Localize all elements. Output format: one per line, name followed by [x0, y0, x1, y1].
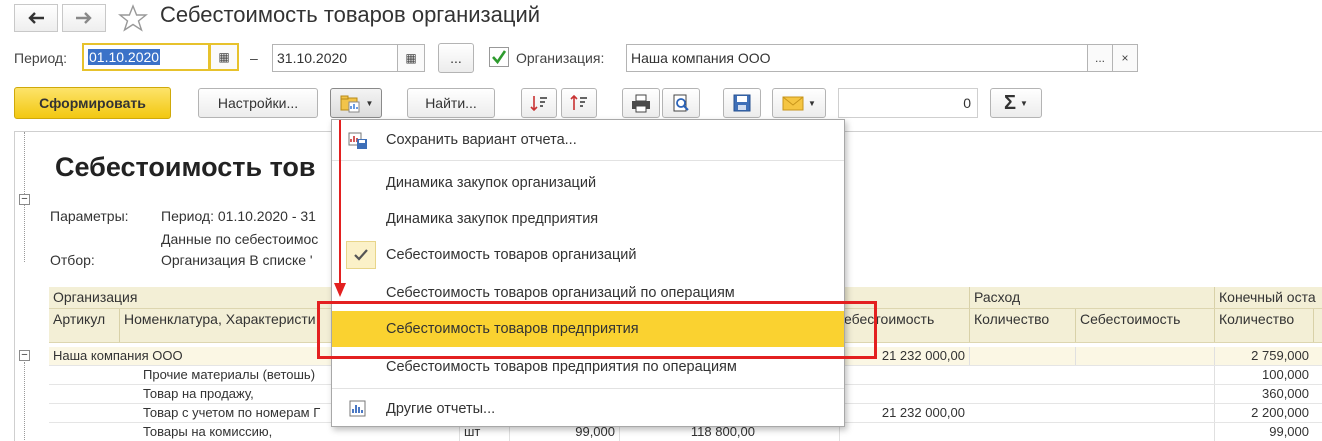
params-line-1: Период: 01.10.2020 - 31 [161, 208, 316, 224]
menu-item-purchase-dynamics-enterprise[interactable]: Динамика закупок предприятия [332, 201, 844, 237]
chevron-down-icon: ▼ [1020, 98, 1028, 108]
menu-item-label: Сохранить вариант отчета... [386, 132, 577, 148]
org-clear-button[interactable]: × [1112, 44, 1138, 72]
header-end-balance: Конечный оста [1214, 287, 1322, 308]
row-end-qty: 2 759,000 [1214, 347, 1313, 365]
menu-item-label: Себестоимость товаров организаций по опе… [386, 285, 735, 301]
menu-item-label: Динамика закупок предприятия [386, 211, 599, 227]
sigma-icon: Σ [1004, 91, 1017, 114]
filter-label: Отбор: [50, 252, 95, 268]
header-cost: ебестоимость [839, 309, 969, 342]
org-select-button[interactable]: ... [1087, 44, 1113, 72]
annotation-arrow [334, 120, 346, 297]
params-label: Параметры: [50, 208, 129, 224]
print-button[interactable] [622, 88, 660, 118]
collapse-toggle[interactable]: − [19, 350, 30, 361]
row-end-qty: 100,000 [1214, 366, 1313, 384]
envelope-icon [782, 96, 804, 111]
other-reports-icon [349, 400, 366, 417]
collapse-toggle[interactable]: − [19, 194, 30, 205]
sort-descending-icon [530, 96, 547, 112]
row-cost-2 [1075, 347, 1214, 365]
header-cell-cut [1313, 309, 1322, 342]
calendar-icon: ▦ [405, 51, 417, 65]
save-button[interactable] [723, 88, 761, 118]
header-expense: Расход [969, 287, 1214, 308]
menu-item-label: Себестоимость товаров организаций [386, 247, 637, 263]
sort-descending-button[interactable] [521, 88, 557, 118]
menu-item-other-reports[interactable]: Другие отчеты... [332, 391, 844, 427]
calendar-from-button[interactable]: ▦ [209, 43, 239, 71]
menu-item-cost-orgs[interactable]: Себестоимость товаров организаций [332, 237, 844, 273]
find-button[interactable]: Найти... [407, 88, 495, 118]
checkmark-icon [354, 249, 368, 261]
org-label: Организация: [516, 50, 605, 66]
arrow-left-icon [28, 12, 44, 24]
menu-item-save-variant[interactable]: Сохранить вариант отчета... [332, 122, 844, 158]
generate-button[interactable]: Сформировать [14, 87, 171, 119]
print-preview-button[interactable] [662, 88, 700, 118]
preview-icon [673, 94, 689, 112]
close-icon: × [1121, 51, 1129, 65]
menu-separator [332, 160, 844, 161]
period-to-input[interactable]: 31.10.2020 [272, 44, 398, 72]
menu-item-label: Другие отчеты... [386, 401, 496, 417]
header-qty: Количество [969, 309, 1075, 342]
menu-separator [332, 388, 844, 389]
period-from-input[interactable]: 01.10.2020 [82, 43, 210, 71]
menu-item-purchase-dynamics-orgs[interactable]: Динамика закупок организаций [332, 165, 844, 201]
checkmark-icon [492, 50, 507, 65]
row-qty [969, 347, 1075, 365]
menu-item-cost-enterprise[interactable]: Себестоимость товаров предприятия [332, 311, 844, 347]
sum-button[interactable]: Σ ▼ [990, 88, 1042, 118]
forward-button[interactable] [62, 4, 106, 32]
menu-item-label: Себестоимость товаров предприятия [386, 321, 639, 337]
tree-line [24, 362, 25, 441]
chevron-down-icon: ▼ [808, 98, 816, 108]
period-select-button[interactable]: ... [438, 43, 474, 73]
sort-ascending-button[interactable] [561, 88, 597, 118]
counter-field[interactable]: 0 [838, 88, 978, 118]
report-variants-button[interactable]: ▼ [330, 88, 382, 118]
org-checkbox[interactable] [489, 47, 509, 67]
filter-line: Организация В списке ' [161, 252, 313, 268]
row-cost [839, 385, 969, 403]
row-end-qty: 99,000 [1214, 423, 1313, 441]
row-cost [839, 366, 969, 384]
floppy-disk-icon [733, 94, 751, 112]
row-cost [839, 423, 969, 441]
row-end-qty: 360,000 [1214, 385, 1313, 403]
favorite-star-icon[interactable] [118, 4, 148, 35]
chevron-down-icon: ▼ [365, 98, 374, 108]
calendar-icon: ▦ [218, 50, 230, 64]
report-variants-menu: Сохранить вариант отчета... Динамика зак… [331, 119, 845, 427]
menu-item-label: Динамика закупок организаций [386, 175, 597, 191]
sort-ascending-icon [570, 94, 587, 110]
settings-button[interactable]: Настройки... [198, 88, 318, 118]
send-email-button[interactable]: ▼ [772, 88, 826, 118]
params-line-2: Данные по себестоимос [161, 231, 319, 247]
header-cost-2: Себестоимость [1075, 309, 1214, 342]
calendar-to-button[interactable]: ▦ [397, 44, 425, 72]
checked-marker [346, 241, 376, 269]
save-variant-icon [348, 132, 367, 149]
printer-icon [632, 94, 650, 113]
row-cost: 21 232 000,00 [839, 404, 969, 422]
org-input[interactable]: Наша компания ООО [626, 44, 1088, 72]
menu-item-cost-enterprise-by-operations[interactable]: Себестоимость товаров предприятия по опе… [332, 349, 844, 385]
report-title: Себестоимость тов [55, 152, 316, 182]
back-button[interactable] [14, 4, 58, 32]
row-cost: 21 232 000,00 [839, 347, 969, 365]
period-label: Период: [14, 50, 67, 66]
folder-report-icon [340, 95, 360, 113]
arrow-right-icon [76, 12, 92, 24]
header-article: Артикул [53, 311, 106, 327]
menu-item-label: Себестоимость товаров предприятия по опе… [386, 359, 737, 375]
row-end-qty: 2 200,000 [1214, 404, 1313, 422]
header-qty-2: Количество [1214, 309, 1313, 342]
menu-item-cost-orgs-by-operations[interactable]: Себестоимость товаров организаций по опе… [332, 275, 844, 311]
page-title: Себестоимость товаров организаций [160, 2, 541, 27]
period-dash: – [250, 50, 258, 66]
